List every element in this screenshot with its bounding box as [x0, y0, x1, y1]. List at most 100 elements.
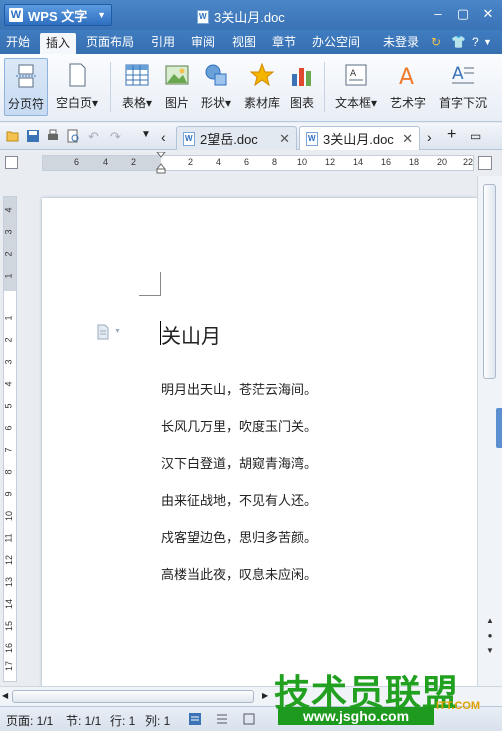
- tab-scroll-right-icon[interactable]: ›: [427, 129, 441, 145]
- menu-home[interactable]: 开始: [6, 30, 30, 54]
- skin-icon[interactable]: ↻: [431, 30, 441, 54]
- ruler-tick: 6: [74, 157, 80, 167]
- doc-file-icon: [197, 9, 209, 24]
- ruler-tick: 14: [353, 157, 364, 167]
- ruler-tick: 2: [131, 157, 137, 167]
- document-page[interactable]: ▼ 关山月 明月出天山，苍茫云海间。 长风几万里，吹度玉门关。 汉下白登道，胡窥…: [42, 198, 477, 686]
- new-tab-icon[interactable]: +: [447, 126, 461, 143]
- ruler-tick: 17: [4, 660, 15, 672]
- chart-label: 图表: [289, 96, 314, 110]
- tab-3guanshanyue[interactable]: 3关山月.doc ✕: [299, 126, 420, 150]
- poem-line[interactable]: 高楼当此夜，叹息未应闲。: [161, 564, 317, 583]
- menu-office-space[interactable]: 办公空间: [312, 30, 360, 54]
- undo-icon[interactable]: ↶: [88, 129, 102, 144]
- vertical-ruler[interactable]: 4 3 2 1 1 2 3 4 5 6 7 8 9 10 11 12 13 14…: [3, 196, 17, 682]
- table-icon: [125, 64, 149, 86]
- save-icon[interactable]: [26, 129, 40, 143]
- app-menu-button[interactable]: W WPS 文字 ▼: [4, 4, 112, 26]
- side-panel-toggle[interactable]: [496, 408, 502, 448]
- web-view-icon[interactable]: [242, 712, 256, 726]
- close-tab-icon[interactable]: ✕: [402, 131, 413, 147]
- poem-line[interactable]: 明月出天山，苍茫云海间。: [161, 379, 317, 398]
- chart-button[interactable]: 图表: [287, 58, 317, 116]
- document-title[interactable]: 关山月: [161, 320, 221, 349]
- shirt-icon[interactable]: 👕: [451, 30, 466, 54]
- page-break-button[interactable]: 分页符: [4, 58, 48, 116]
- ruler-tick: 1: [3, 315, 14, 321]
- blank-page-label: 空白页▾: [55, 96, 99, 110]
- word-art-button[interactable]: A 艺术字: [388, 58, 428, 116]
- ruler-tick: 6: [3, 425, 14, 431]
- window-title: 3关山月.doc: [197, 7, 285, 26]
- help-button[interactable]: ?: [472, 30, 479, 54]
- redo-icon[interactable]: ↷: [110, 129, 124, 144]
- vertical-scroll-thumb[interactable]: [483, 184, 496, 379]
- poem-line[interactable]: 汉下白登道，胡窥青海湾。: [161, 453, 317, 472]
- word-art-label: 艺术字: [389, 96, 426, 110]
- ruler-tick: 3: [3, 359, 14, 365]
- table-button[interactable]: 表格▾: [118, 58, 156, 116]
- scroll-right-icon[interactable]: ▶: [262, 691, 268, 700]
- shape-button[interactable]: 形状▾: [196, 58, 236, 116]
- section-count[interactable]: 节: 1/1: [66, 712, 101, 729]
- ruler-tick: 3: [3, 229, 14, 235]
- scroll-left-icon[interactable]: ◀: [2, 691, 8, 700]
- document-canvas[interactable]: ▼ 关山月 明月出天山，苍茫云海间。 长风几万里，吹度玉门关。 汉下白登道，胡窥…: [22, 176, 477, 686]
- minimize-button[interactable]: –: [430, 6, 446, 22]
- previous-page-icon[interactable]: ▲: [485, 616, 495, 626]
- text-box-button[interactable]: A 文本框▾: [331, 58, 381, 116]
- indent-marker-icon[interactable]: [156, 152, 166, 174]
- ruler-tick: 18: [409, 157, 420, 167]
- ruler-tick: 5: [3, 403, 14, 409]
- select-browse-object-icon[interactable]: ●: [485, 631, 495, 641]
- paragraph-chevron-icon[interactable]: ▼: [114, 328, 121, 335]
- quick-access-chevron-icon[interactable]: ▼: [141, 129, 155, 143]
- login-status[interactable]: 未登录: [383, 30, 419, 54]
- horizontal-scroll-thumb[interactable]: [12, 690, 254, 703]
- poem-line[interactable]: 由来征战地，不见有人还。: [161, 490, 317, 509]
- material-library-button[interactable]: 素材库: [242, 58, 282, 116]
- tab-scroll-left-icon[interactable]: ‹: [161, 129, 175, 145]
- poem-line[interactable]: 戍客望边色，思归多苦颜。: [161, 527, 317, 546]
- menu-insert[interactable]: 插入: [40, 33, 77, 54]
- menu-chapter[interactable]: 章节: [272, 30, 296, 54]
- wps-logo-icon: W: [9, 8, 23, 22]
- print-icon[interactable]: [46, 129, 60, 143]
- tab-list-icon[interactable]: ▭: [470, 129, 484, 143]
- menu-review[interactable]: 审阅: [191, 30, 215, 54]
- chart-icon: [292, 68, 311, 86]
- view-ruler-toggle[interactable]: [478, 156, 492, 170]
- outline-view-icon[interactable]: [215, 712, 229, 726]
- next-page-icon[interactable]: ▼: [485, 646, 495, 656]
- menu-page-layout[interactable]: 页面布局: [86, 30, 134, 54]
- page-break-label: 分页符: [7, 97, 44, 111]
- open-folder-icon[interactable]: [6, 129, 20, 143]
- menu-view[interactable]: 视图: [232, 30, 256, 54]
- poem-line[interactable]: 长风几万里，吹度玉门关。: [161, 416, 317, 435]
- ruler-tick: 4: [3, 207, 14, 213]
- picture-button[interactable]: 图片: [162, 58, 192, 116]
- menu-references[interactable]: 引用: [151, 30, 175, 54]
- tab-2wangyue[interactable]: 2望岳.doc ✕: [176, 126, 297, 150]
- ruler-tick: 12: [325, 157, 336, 167]
- blank-page-button[interactable]: 空白页▾: [52, 58, 102, 116]
- help-chevron-icon[interactable]: ▼: [483, 30, 492, 54]
- row-position[interactable]: 行: 1: [110, 712, 135, 729]
- watermark-side-text: ITT.COM: [436, 700, 480, 712]
- ruler-tick: 11: [3, 533, 14, 543]
- close-tab-icon[interactable]: ✕: [279, 131, 290, 147]
- paragraph-layout-icon[interactable]: [96, 324, 110, 340]
- print-preview-icon[interactable]: [66, 129, 80, 143]
- ruler-tick: 10: [297, 157, 308, 167]
- page-view-icon[interactable]: [188, 712, 202, 726]
- watermark-url: www.jsgho.com: [278, 707, 434, 725]
- vertical-scrollbar[interactable]: ▲ ● ▼: [477, 176, 502, 686]
- tab-stop-selector[interactable]: [5, 156, 18, 169]
- horizontal-ruler[interactable]: 6 4 2 2 4 6 8 10 12 14 16 18 20 22: [42, 152, 474, 174]
- page-count[interactable]: 页面: 1/1: [6, 712, 53, 729]
- restore-button[interactable]: ▢: [455, 6, 471, 22]
- column-position[interactable]: 列: 1: [145, 712, 170, 729]
- drop-cap-button[interactable]: A 首字下沉: [434, 58, 492, 116]
- close-window-button[interactable]: ✕: [480, 6, 496, 22]
- margin-corner-mark: [139, 272, 161, 296]
